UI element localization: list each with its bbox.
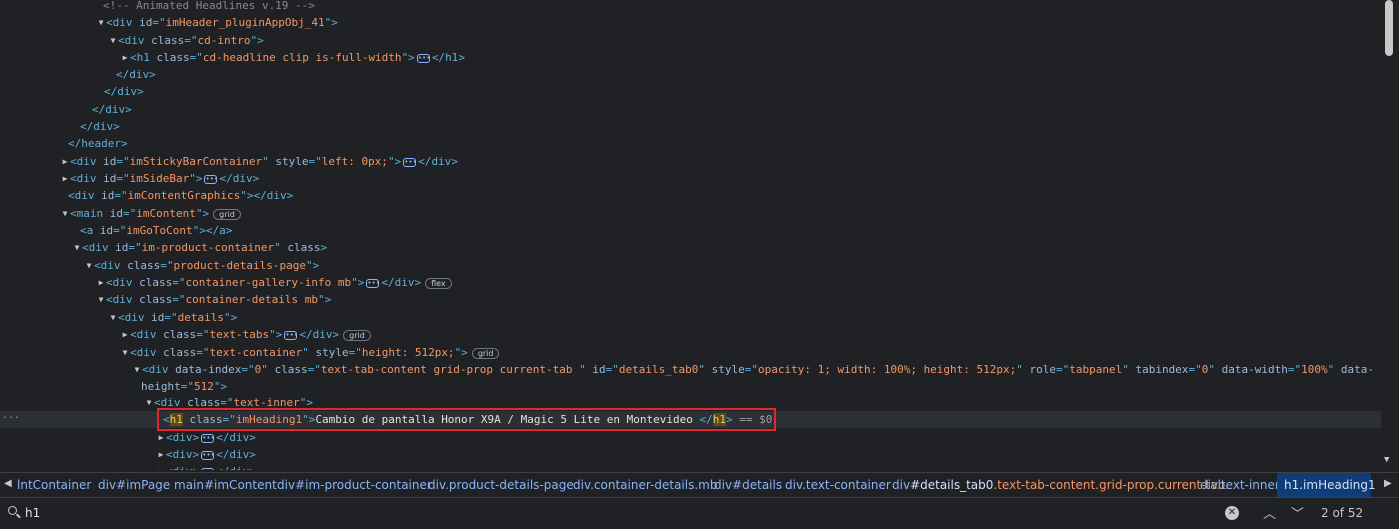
tree-line-close[interactable]: </div> [0,83,144,100]
grid-badge[interactable]: grid [213,208,241,220]
chevron-down-icon[interactable]: ﹀ [1291,503,1304,522]
breadcrumb-item[interactable]: div.product-details-page [428,478,574,492]
tree-line-text-container[interactable]: ▼ <div class="text-container" style="heig… [0,344,500,361]
tree-line-comment[interactable]: <!-- Animated Headlines v.19 --> [0,0,315,14]
expanded-triangle-icon[interactable]: ▼ [84,257,94,274]
tree-line-cd-intro[interactable]: ▼ <div class="cd-intro"> [0,32,264,49]
breadcrumb-scroll-right-icon[interactable]: ▶ [1384,478,1392,489]
breadcrumb-item[interactable]: lntContainer [17,478,91,492]
elements-tree[interactable]: ... <!-- Animated Headlines v.19 --> ▼ <d… [0,0,1381,470]
collapsed-triangle-icon[interactable]: ▶ [156,446,166,463]
tree-line-imgotocont[interactable]: <a id="imGoToCont"></a> [0,222,232,239]
tree-line-details[interactable]: ▼ <div id="details"> [0,309,238,326]
grid-badge[interactable]: grid [471,347,500,359]
collapsed-triangle-icon[interactable]: ▶ [156,429,166,446]
tree-line-imheader[interactable]: ▼ <div id="imHeader_pluginAppObj_41"> [0,14,338,31]
tree-line-im-product-container[interactable]: ▼ <div id="im-product-container" class> [0,239,328,256]
breadcrumb-item[interactable]: div.text-container [785,478,891,492]
ellipsis-icon[interactable]: ••• [366,278,380,288]
ellipsis-icon[interactable]: ••• [284,330,298,340]
breadcrumb-item[interactable]: div#details [714,478,782,492]
search-bar: ✕ ︿ ﹀ 2 of 52 [0,497,1399,529]
tree-line-product-details-page[interactable]: ▼ <div class="product-details-page"> [0,257,320,274]
breadcrumb-scroll-left-icon[interactable]: ◀ [4,478,12,489]
tree-line-main-imcontent[interactable]: ▼ <main id="imContent"> grid [0,205,241,222]
expanded-triangle-icon[interactable]: ▼ [108,309,118,326]
collapsed-triangle-icon[interactable]: ▶ [60,170,70,187]
ellipsis-icon[interactable]: ••• [416,53,430,63]
tree-line-close-header[interactable]: </header> [0,135,128,152]
expanded-triangle-icon[interactable]: ▼ [72,239,82,256]
breadcrumb-item[interactable]: div#imPage [98,478,170,492]
ellipsis-icon[interactable]: ••• [201,467,215,470]
expanded-triangle-icon[interactable]: ▼ [132,361,142,378]
breadcrumb-item[interactable]: main#imContent [174,478,277,492]
breadcrumb-item[interactable]: div.text-inner [1200,478,1280,492]
tree-line-close[interactable]: </div> [0,118,120,135]
collapsed-triangle-icon[interactable]: ▶ [120,326,130,343]
vertical-scrollbar[interactable]: ▼ [1381,0,1399,470]
breadcrumb-item[interactable]: div#im-product-container [277,478,432,492]
collapsed-triangle-icon[interactable]: ▶ [96,274,106,291]
expanded-triangle-icon[interactable]: ▼ [108,32,118,49]
scrollbar-thumb[interactable] [1385,0,1393,56]
tree-line-div[interactable]: ▶<div>•••</div> [0,446,256,463]
ellipsis-icon[interactable]: ••• [201,433,215,443]
expanded-triangle-icon[interactable]: ▼ [96,291,106,308]
search-icon [8,506,17,515]
ellipsis-icon[interactable]: ••• [204,174,218,184]
expanded-triangle-icon[interactable]: ▼ [96,14,106,31]
expanded-triangle-icon[interactable]: ▼ [120,344,130,361]
tree-line-imstickybar[interactable]: ▶ <div id="imStickyBarContainer" style="l… [0,153,458,170]
tree-line-details-tab0-wrap[interactable]: height="512"> [0,378,227,395]
expanded-triangle-icon[interactable]: ▼ [60,205,70,222]
collapsed-triangle-icon[interactable]: ▶ [60,153,70,170]
match-count: 2 of 52 [1321,506,1364,520]
tree-line-close[interactable]: </div> [0,101,132,118]
search-input[interactable] [25,505,1215,521]
tree-line-container-details[interactable]: ▼ <div class="container-details mb"> [0,291,332,308]
breadcrumb-item-details-tab0[interactable]: div#details_tab0.text-tab-content.grid-p… [892,478,1229,492]
flex-badge[interactable]: flex [425,277,452,289]
selection-outline [157,408,776,431]
breadcrumb-item[interactable]: div.container-details.mb [573,478,717,492]
chevron-up-icon[interactable]: ︿ [1263,503,1276,522]
breadcrumb: ◀ lntContainer div#imPage main#imContent… [0,472,1399,497]
tree-line-details-tab0[interactable]: ▼ <div data-index="0" class="text-tab-con… [0,361,1374,378]
collapsed-triangle-icon[interactable]: ▶ [156,463,166,470]
tree-line-imsidebar[interactable]: ▶ <div id="imSideBar"> •••</div> [0,170,260,187]
clear-search-icon[interactable]: ✕ [1225,506,1239,520]
tree-line-cd-headline[interactable]: ▶ <h1 class="cd-headline clip is-full-wid… [0,49,465,66]
ellipsis-icon[interactable]: ••• [403,157,417,167]
grid-badge[interactable]: grid [343,329,371,341]
scroll-down-arrow-icon[interactable]: ▼ [1384,455,1389,465]
expanded-triangle-icon[interactable]: ▼ [144,394,154,411]
tree-line-container-gallery-info[interactable]: ▶ <div class="container-gallery-info mb">… [0,274,452,291]
tree-line-text-tabs[interactable]: ▶ <div class="text-tabs"> •••</div> grid [0,326,371,343]
tree-line-div[interactable]: ▶<div>•••</div> [0,429,256,446]
ellipsis-icon[interactable]: ••• [201,450,215,460]
tree-line-div[interactable]: ▶<div>•••</div> [0,463,256,470]
collapsed-triangle-icon[interactable]: ▶ [120,49,130,66]
tree-line-close[interactable]: </div> [0,66,156,83]
tree-line-imcontentgraphics[interactable]: <div id="imContentGraphics"></div> [0,187,293,204]
breadcrumb-item-active[interactable]: h1.imHeading1 [1277,473,1376,497]
